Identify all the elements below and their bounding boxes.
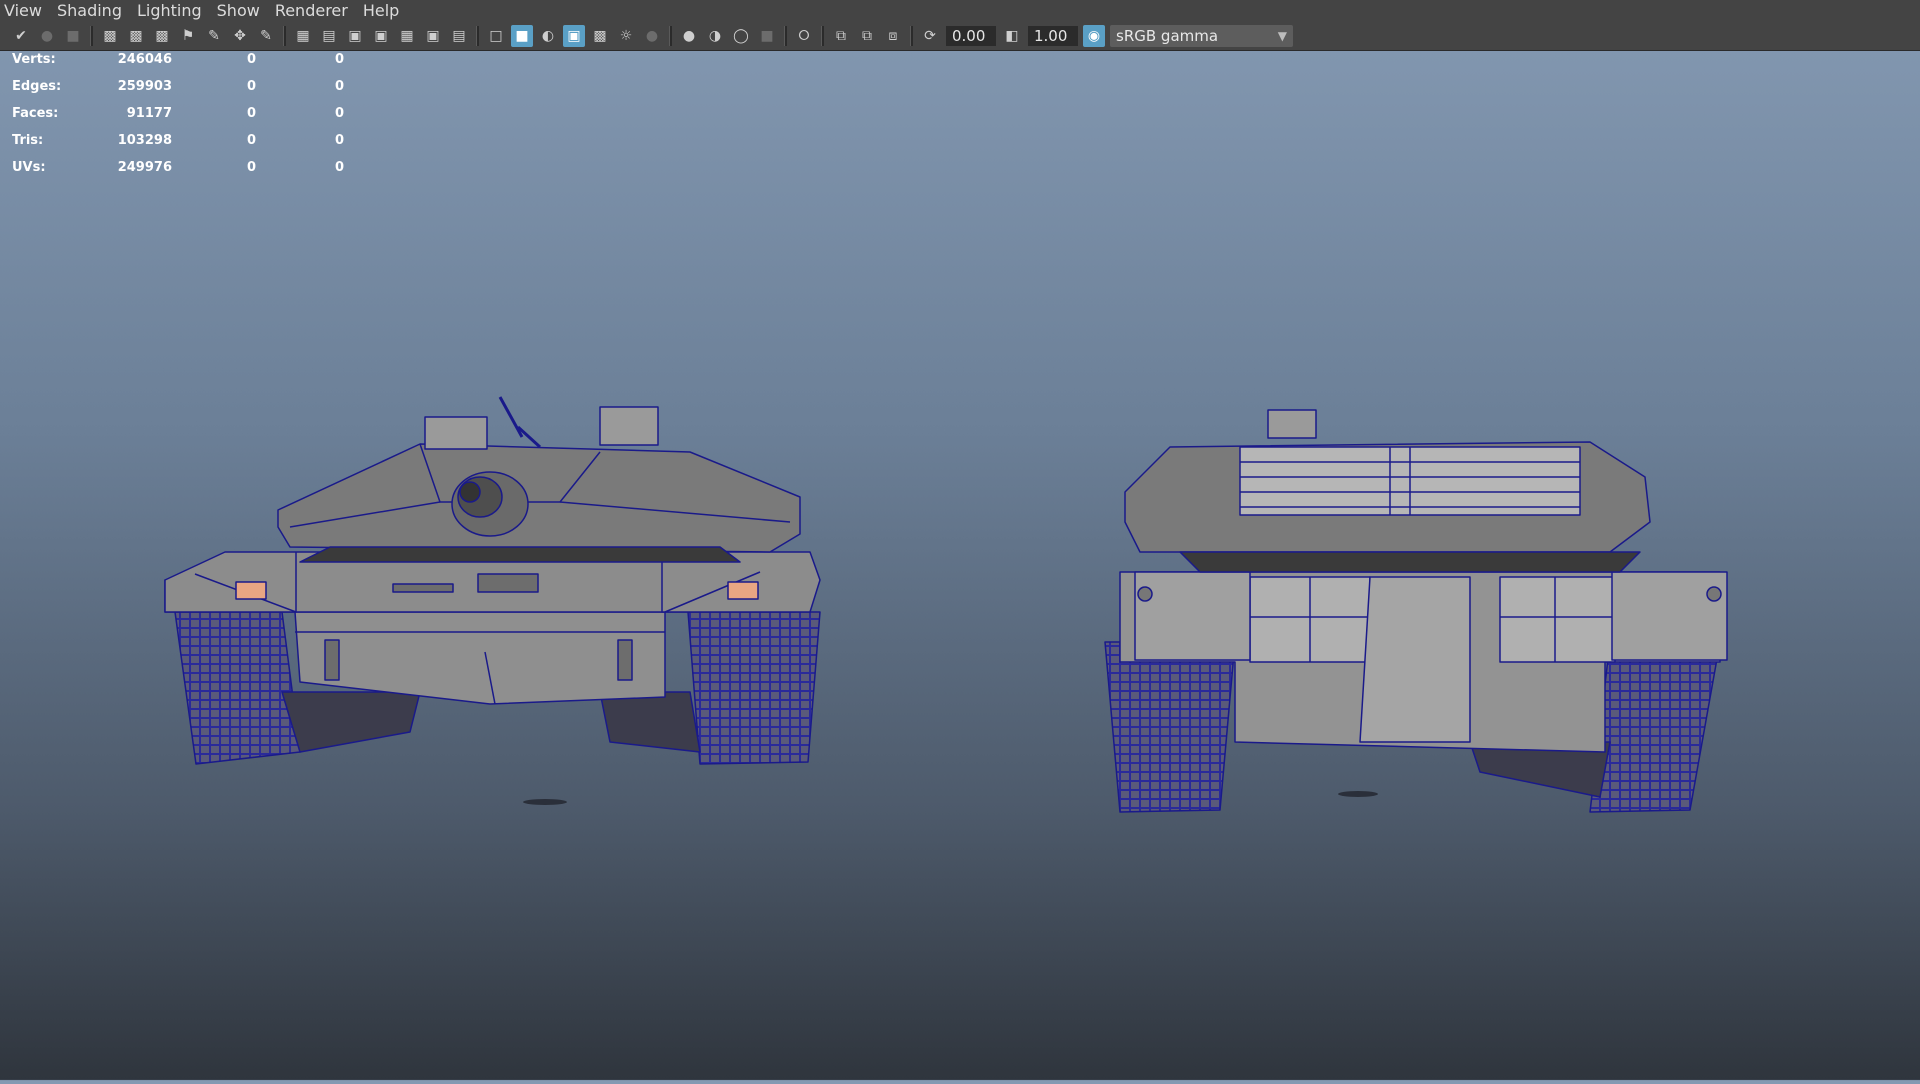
hud-label: UVs:: [12, 160, 46, 175]
screen-space-ao-icon[interactable]: ●: [678, 25, 700, 47]
toolbar-separator: [283, 26, 286, 46]
gate-mask-icon[interactable]: ▣: [370, 25, 392, 47]
hud-value-components: 0: [335, 52, 345, 67]
grease-pencil-icon[interactable]: ✎: [203, 25, 225, 47]
tank-right-track-b: [1589, 641, 1721, 813]
tank-right-rear-panel-b: [1499, 576, 1616, 663]
tank-left-track-b: [687, 611, 821, 765]
colorspace-dropdown[interactable]: sRGB gamma ▼: [1110, 25, 1293, 47]
shadows-icon[interactable]: ●: [641, 25, 663, 47]
panel-toolbar: ✔ ● ■ ▩ ▩ ▩ ⚑ ✎ ✥ ✎ ▦ ▤ ▣ ▣ ▦ ▣ ▤ □ ■ ◐ …: [0, 22, 1920, 51]
hud-label: Verts:: [12, 52, 56, 67]
hud-label: Faces:: [12, 106, 59, 121]
color-management-icon[interactable]: ◉: [1083, 25, 1105, 47]
tank-left-headlight-a: [235, 581, 267, 600]
hud-value-selected: 0: [247, 160, 257, 175]
exposure-field[interactable]: 0.00: [946, 26, 996, 46]
hud-row-tris: Tris: 103298 0 0: [12, 133, 352, 160]
depth-of-field-icon[interactable]: ■: [756, 25, 778, 47]
gamma-icon[interactable]: ◧: [1001, 25, 1023, 47]
hud-label: Edges:: [12, 79, 62, 94]
hud-row-uvs: UVs: 249976 0 0: [12, 160, 352, 187]
camera-icon[interactable]: ▩: [99, 25, 121, 47]
toolbar-separator: [90, 26, 93, 46]
tank-left-hull-lower: [294, 611, 666, 705]
xray-components-icon[interactable]: ⧈: [882, 25, 904, 47]
menu-renderer[interactable]: Renderer: [271, 0, 359, 22]
motion-blur-icon[interactable]: ◑: [704, 25, 726, 47]
bookmark-icon[interactable]: ▩: [125, 25, 147, 47]
menu-shading[interactable]: Shading: [53, 0, 133, 22]
brush-icon[interactable]: ✎: [255, 25, 277, 47]
menu-view[interactable]: View: [0, 0, 53, 22]
exposure-icon[interactable]: ⟳: [919, 25, 941, 47]
safe-action-icon[interactable]: ▣: [422, 25, 444, 47]
menu-show[interactable]: Show: [213, 0, 271, 22]
wireframe-icon[interactable]: □: [485, 25, 507, 47]
image-plane-icon[interactable]: ▩: [151, 25, 173, 47]
hud-row-verts: Verts: 246046 0 0: [12, 52, 352, 79]
menu-bar: View Shading Lighting Show Renderer Help: [0, 0, 1920, 22]
grid-toggle-icon[interactable]: ✥: [229, 25, 251, 47]
toolbar-separator: [910, 26, 913, 46]
grid-icon[interactable]: ▦: [292, 25, 314, 47]
tank-right-track-a: [1104, 641, 1236, 813]
hud-value-selected: 0: [247, 133, 257, 148]
smooth-shade-icon[interactable]: ■: [511, 25, 533, 47]
xray-icon[interactable]: ⧉: [830, 25, 852, 47]
hud-value-selected: 0: [247, 106, 257, 121]
toolbar-separator: [821, 26, 824, 46]
resolution-gate-icon[interactable]: ▣: [344, 25, 366, 47]
default-lighting-icon[interactable]: ◐: [537, 25, 559, 47]
hud-row-edges: Edges: 259903 0 0: [12, 79, 352, 106]
hud-value-selected: 0: [247, 52, 257, 67]
hud-value: 91177: [126, 106, 172, 121]
tank-left-track-a: [174, 611, 301, 765]
2d-pan-zoom-icon[interactable]: ⚑: [177, 25, 199, 47]
gamma-field[interactable]: 1.00: [1028, 26, 1078, 46]
tank-left-wheels-b: [599, 691, 701, 753]
3d-viewport[interactable]: [0, 52, 1920, 1080]
film-gate-icon[interactable]: ▤: [318, 25, 340, 47]
chevron-down-icon: ▼: [1277, 29, 1287, 43]
menu-lighting[interactable]: Lighting: [133, 0, 213, 22]
textured-icon[interactable]: ▩: [589, 25, 611, 47]
colorspace-label: sRGB gamma: [1116, 27, 1219, 45]
hud-value: 249976: [117, 160, 172, 175]
isolate-select-icon[interactable]: ⭘: [793, 25, 815, 47]
poly-count-hud: Verts: 246046 0 0 Edges: 259903 0 0 Face…: [12, 52, 352, 187]
lock-camera-icon[interactable]: ●: [36, 25, 58, 47]
hud-value: 103298: [117, 133, 172, 148]
use-all-lights-icon[interactable]: ☼: [615, 25, 637, 47]
select-camera-icon[interactable]: ✔: [10, 25, 32, 47]
hud-label: Tris:: [12, 133, 44, 148]
hud-value-components: 0: [335, 133, 345, 148]
tank-left-cupola-a: [424, 416, 488, 450]
tank-left-cupola-b: [599, 406, 659, 446]
toolbar-separator: [476, 26, 479, 46]
safe-title-icon[interactable]: ▤: [448, 25, 470, 47]
tank-left-headlight-b: [727, 581, 759, 600]
hud-value-components: 0: [335, 106, 345, 121]
hud-value-components: 0: [335, 160, 345, 175]
tank-left-wheels-a: [281, 691, 421, 753]
anti-aliasing-icon[interactable]: ◯: [730, 25, 752, 47]
tank-rear-model[interactable]: [1104, 409, 1728, 813]
toolbar-separator: [669, 26, 672, 46]
hud-value: 246046: [117, 52, 172, 67]
hud-value-components: 0: [335, 79, 345, 94]
tank-left-turret: [277, 443, 801, 553]
field-chart-icon[interactable]: ▦: [396, 25, 418, 47]
hud-row-faces: Faces: 91177 0 0: [12, 106, 352, 133]
xray-joints-icon[interactable]: ⧉: [856, 25, 878, 47]
wireframe-on-shaded-icon[interactable]: ▣: [563, 25, 585, 47]
camera-attributes-icon[interactable]: ■: [62, 25, 84, 47]
tank-right-exhaust: [1359, 576, 1471, 743]
hud-value: 259903: [117, 79, 172, 94]
hud-value-selected: 0: [247, 79, 257, 94]
menu-help[interactable]: Help: [359, 0, 410, 22]
tank-front-model[interactable]: [164, 396, 821, 805]
toolbar-separator: [784, 26, 787, 46]
